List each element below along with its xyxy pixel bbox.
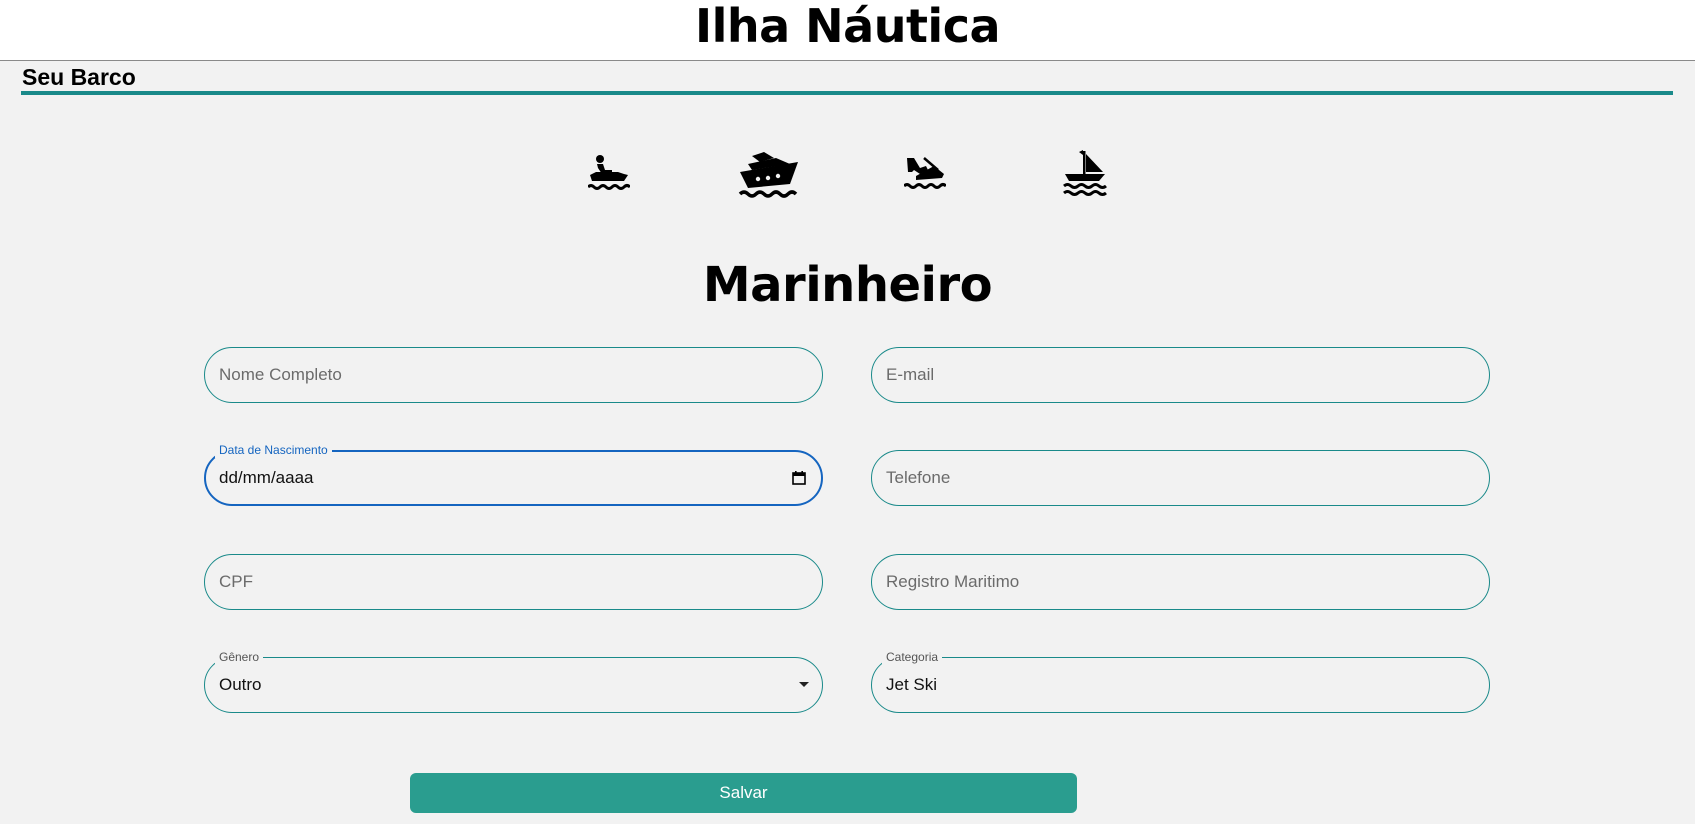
nome-completo-field[interactable]: Nome Completo [204,347,823,403]
yacht-icon[interactable] [738,148,800,204]
genero-value: Outro [219,675,262,694]
nome-completo-placeholder: Nome Completo [219,365,342,384]
email-field[interactable]: E-mail [871,347,1490,403]
telefone-placeholder: Telefone [886,468,951,487]
save-button[interactable]: Salvar [410,773,1077,813]
genero-select[interactable]: Gênero Outro [204,649,823,713]
water-ski-icon[interactable] [904,148,946,204]
data-nascimento-value: dd/mm/aaaa [219,468,314,487]
section-title: Seu Barco [22,64,136,90]
categoria-field[interactable]: Categoria Jet Ski [871,649,1490,713]
chevron-down-icon[interactable] [799,682,809,687]
category-icon-row [0,148,1695,204]
telefone-field[interactable]: Telefone [871,450,1490,506]
categoria-value: Jet Ski [886,675,938,694]
sailboat-icon[interactable] [1063,148,1107,204]
cpf-placeholder: CPF [219,572,253,591]
form-heading: Marinheiro [702,257,993,313]
section-header: Seu Barco [21,62,1673,95]
data-nascimento-field[interactable]: Data de Nascimento dd/mm/aaaa [204,442,823,506]
email-placeholder: E-mail [886,365,935,384]
registro-maritimo-field[interactable]: Registro Maritimo [871,554,1490,610]
app-title: Ilha Náutica [694,0,1001,53]
calendar-icon[interactable] [792,471,806,490]
top-bar: Ilha Náutica [0,0,1695,61]
registro-maritimo-placeholder: Registro Maritimo [886,572,1020,591]
jet-ski-icon[interactable] [588,148,630,204]
cpf-field[interactable]: CPF [204,554,823,610]
